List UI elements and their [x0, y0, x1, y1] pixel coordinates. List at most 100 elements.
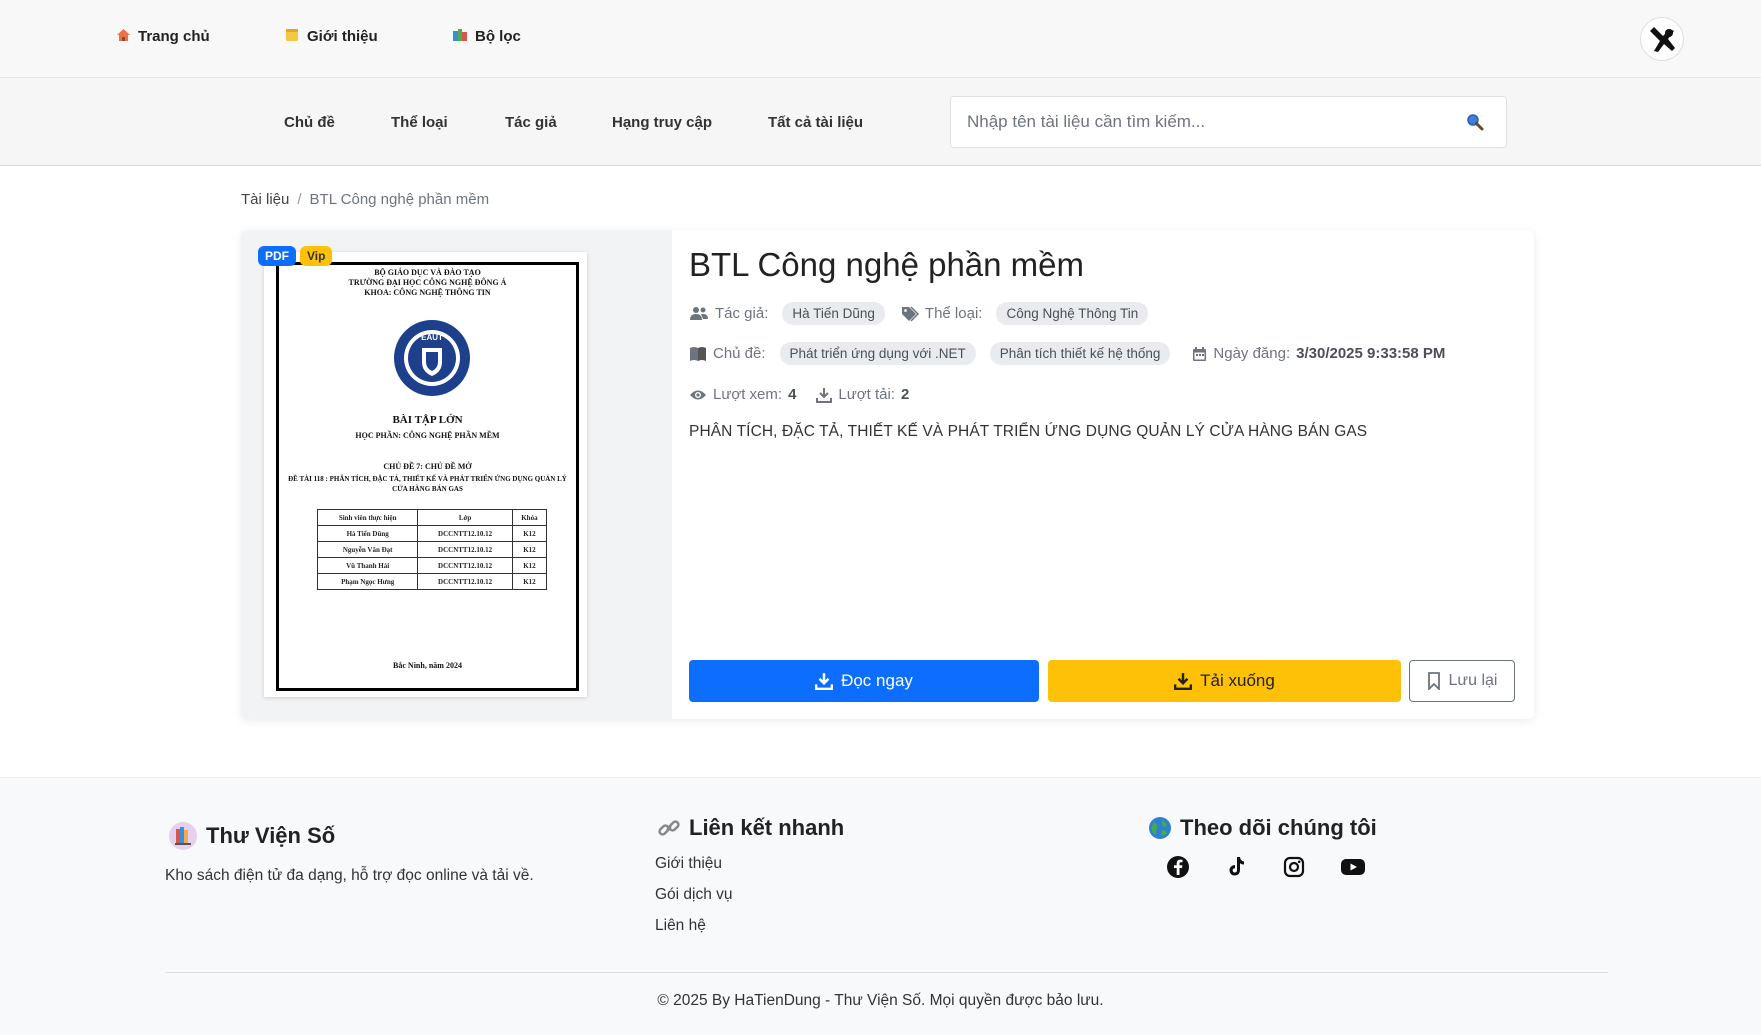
books-icon	[451, 28, 469, 45]
topic-label: Chủ đề:	[713, 345, 766, 362]
breadcrumb-root[interactable]: Tài liệu	[241, 191, 289, 208]
cover-table-cell: DCCNTT12.10.12	[417, 541, 513, 558]
seal-text: EAUT	[421, 333, 443, 342]
footer-brand: Thư Viện Số	[168, 821, 335, 851]
cover-place-date: Bắc Ninh, năm 2024	[393, 661, 462, 670]
subnav-author[interactable]: Tác giả	[505, 114, 557, 131]
user-avatar[interactable]	[1640, 17, 1684, 61]
bookmark-icon	[1427, 672, 1440, 690]
topic-chip[interactable]: Phát triển ứng dụng với .NET	[779, 342, 976, 365]
subnav-all-documents[interactable]: Tất cả tài liệu	[768, 114, 863, 131]
document-title: BTL Công nghệ phần mềm	[689, 246, 1085, 283]
downloads-count: 2	[900, 386, 910, 403]
nav-about-link[interactable]: Giới thiệu	[283, 28, 378, 45]
date-label: Ngày đăng:	[1213, 345, 1291, 362]
nav-about-label: Giới thiệu	[307, 28, 378, 45]
download-icon	[1174, 673, 1193, 690]
document-cover[interactable]: BỘ GIÁO DỤC VÀ ĐÀO TẠO TRƯỜNG ĐẠI HỌC CÔ…	[264, 252, 587, 697]
facebook-icon[interactable]	[1166, 855, 1192, 881]
subnav-topic[interactable]: Chủ đề	[284, 114, 335, 131]
genre-label: Thể loại:	[924, 305, 983, 322]
cover-table-header: Sinh viên thực hiện	[316, 509, 419, 526]
cover-border: BỘ GIÁO DỤC VÀ ĐÀO TẠO TRƯỜNG ĐẠI HỌC CÔ…	[276, 262, 579, 691]
globe-icon	[1149, 817, 1171, 839]
save-label: Lưu lại	[1448, 672, 1498, 689]
read-now-button[interactable]: Đọc ngay	[689, 660, 1039, 702]
cover-project: ĐỀ TÀI 118 : PHÂN TÍCH, ĐẶC TẢ, THIẾT KẾ…	[288, 475, 567, 493]
download-label: Tải xuống	[1200, 671, 1275, 690]
author-genre-row: Tác giả: Hà Tiến Dũng Thể loại: Công Ngh…	[689, 302, 1149, 325]
cover-ministry: BỘ GIÁO DỤC VÀ ĐÀO TẠO	[374, 268, 481, 277]
cover-course: HỌC PHẦN: CÔNG NGHỆ PHẦN MỀM	[355, 431, 500, 440]
cover-table-cell: Hà Tiến Dũng	[316, 525, 419, 542]
nav-filter-label: Bộ lọc	[475, 28, 521, 45]
breadcrumb-current: BTL Công nghệ phần mềm	[309, 191, 490, 208]
subnav-rank[interactable]: Hạng truy cập	[612, 114, 712, 131]
save-button[interactable]: Lưu lại	[1409, 660, 1515, 702]
nav-filter-link[interactable]: Bộ lọc	[451, 28, 521, 45]
date-value: 3/30/2025 9:33:58 PM	[1296, 345, 1446, 362]
download-icon	[815, 673, 834, 690]
youtube-icon[interactable]	[1340, 855, 1366, 881]
link-icon	[658, 820, 680, 836]
footer-follow-title: Theo dõi chúng tôi	[1148, 815, 1377, 841]
cover-panel: BỘ GIÁO DỤC VÀ ĐÀO TẠO TRƯỜNG ĐẠI HỌC CÔ…	[241, 230, 672, 719]
footer-links-title: Liên kết nhanh	[657, 815, 844, 841]
users-icon	[690, 306, 708, 320]
views-label: Lượt xem:	[713, 386, 783, 403]
downloads-label: Lượt tải:	[838, 386, 895, 403]
top-navbar: Trang chủ Giới thiệu Bộ lọc	[0, 0, 1761, 78]
cover-topic: CHỦ ĐỀ 7: CHỦ ĐỀ MỞ	[383, 462, 472, 471]
book-icon	[690, 346, 706, 361]
tiktok-icon[interactable]	[1224, 855, 1250, 881]
university-seal-logo: EAUT	[394, 320, 470, 396]
house-icon	[114, 28, 132, 45]
search-icon[interactable]	[1466, 113, 1484, 131]
genre-chip[interactable]: Công Nghệ Thông Tin	[996, 302, 1149, 325]
footer-follow-heading: Theo dõi chúng tôi	[1180, 815, 1377, 840]
cover-table-header: Khóa	[511, 509, 548, 526]
views-count: 4	[788, 386, 797, 403]
cover-student-table: Sinh viên thực hiện Lớp Khóa Hà Tiến Dũn…	[316, 509, 548, 590]
footer-tagline: Kho sách điện tử đa dạng, hỗ trợ đọc onl…	[165, 867, 534, 884]
document-card: BỘ GIÁO DỤC VÀ ĐÀO TẠO TRƯỜNG ĐẠI HỌC CÔ…	[241, 230, 1534, 719]
calendar-icon	[1193, 346, 1207, 361]
cover-table-cell: DCCNTT12.10.12	[417, 525, 513, 542]
vip-badge: Vip	[300, 246, 333, 266]
avatar-image	[1643, 20, 1681, 58]
download-button[interactable]: Tải xuống	[1048, 660, 1401, 702]
footer-link-about[interactable]: Giới thiệu	[655, 855, 722, 873]
footer-link-contact[interactable]: Liên hệ	[655, 917, 706, 935]
footer-brand-name: Thư Viện Số	[206, 823, 336, 848]
footer-links-heading: Liên kết nhanh	[689, 815, 845, 840]
breadcrumb: Tài liệu / BTL Công nghệ phần mềm	[241, 191, 489, 208]
cover-table-cell: K12	[511, 541, 548, 558]
download-icon	[816, 387, 833, 403]
author-label: Tác giả:	[715, 305, 769, 322]
cover-university: TRƯỜNG ĐẠI HỌC CÔNG NGHỆ ĐÔNG Á	[348, 278, 507, 287]
category-navbar: Chủ đề Thể loại Tác giả Hạng truy cập Tấ…	[0, 78, 1761, 166]
cover-heading: BÀI TẬP LỚN	[392, 414, 463, 426]
cover-table-cell: K12	[511, 557, 548, 574]
instagram-icon[interactable]	[1282, 855, 1308, 881]
topic-chip[interactable]: Phân tích thiết kế hệ thống	[989, 342, 1171, 365]
cover-table-cell: Nguyễn Văn Đạt	[316, 541, 419, 558]
cover-table-cell: Vũ Thanh Hải	[316, 557, 419, 574]
format-badge: PDF	[258, 246, 296, 266]
cover-table-cell: Phạm Ngọc Hưng	[316, 573, 419, 590]
cover-table-cell: DCCNTT12.10.12	[417, 557, 513, 574]
footer: Thư Viện Số Kho sách điện tử đa dạng, hỗ…	[0, 777, 1761, 1035]
breadcrumb-separator: /	[297, 191, 302, 208]
search-input[interactable]	[967, 97, 1447, 147]
read-now-label: Đọc ngay	[841, 671, 913, 690]
footer-link-services[interactable]: Gói dịch vụ	[655, 886, 733, 904]
cover-faculty: KHOA: CÔNG NGHỆ THÔNG TIN	[364, 288, 491, 297]
cover-table-header: Lớp	[417, 509, 513, 526]
subnav-genre[interactable]: Thể loại	[391, 114, 448, 131]
document-description: PHÂN TÍCH, ĐẶC TẢ, THIẾT KẾ VÀ PHÁT TRIỂ…	[689, 423, 1368, 440]
copyright-text: © 2025 By HaTienDung - Thư Viện Số. Mọi …	[657, 992, 1104, 1009]
tags-icon	[901, 305, 919, 322]
nav-home-link[interactable]: Trang chủ	[114, 28, 210, 45]
cover-table-cell: K12	[511, 525, 548, 542]
author-chip[interactable]: Hà Tiến Dũng	[782, 302, 885, 325]
